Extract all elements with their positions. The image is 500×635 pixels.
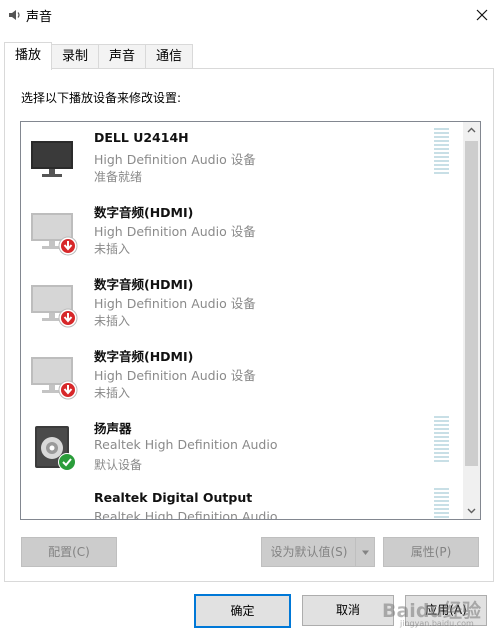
monitor-disconnected-icon [29, 278, 79, 328]
device-status: 默认设备 [94, 458, 143, 472]
volume-level-meter [434, 416, 449, 464]
cancel-button[interactable]: 取消 [302, 595, 394, 626]
ok-button[interactable]: 确定 [194, 594, 291, 628]
speaker-icon [29, 422, 79, 472]
instruction-label: 选择以下播放设备来修改设置: [21, 91, 182, 105]
list-item[interactable]: Realtek Digital Output Realtek High Defi… [21, 486, 461, 520]
device-status: 准备就绪 [94, 170, 143, 184]
device-name: 扬声器 [94, 421, 132, 436]
device-description: High Definition Audio 设备 [94, 296, 256, 311]
list-item[interactable]: 数字音频(HDMI) High Definition Audio 设备 未插入 [21, 270, 461, 342]
list-item[interactable]: 扬声器 Realtek High Definition Audio 默认设备 [21, 414, 461, 486]
set-default-button[interactable]: 设为默认值(S) [261, 537, 357, 567]
configure-button[interactable]: 配置(C) [21, 537, 117, 567]
device-status: 未插入 [94, 314, 131, 328]
chevron-up-icon [467, 127, 476, 133]
device-description: High Definition Audio 设备 [94, 368, 256, 383]
device-name: 数字音频(HDMI) [94, 277, 194, 292]
device-description: Realtek High Definition Audio [94, 509, 278, 520]
title-bar: 声音 [0, 0, 500, 30]
volume-level-meter [434, 488, 449, 519]
set-default-dropdown-button[interactable] [355, 537, 375, 567]
close-button[interactable] [464, 0, 500, 30]
device-name: 数字音频(HDMI) [94, 205, 194, 220]
scroll-thumb[interactable] [465, 141, 478, 466]
vertical-scrollbar[interactable] [463, 122, 480, 519]
tab-recording[interactable]: 录制 [51, 44, 100, 69]
window-title: 声音 [26, 10, 53, 25]
device-name: Realtek Digital Output [94, 490, 253, 505]
playback-panel: 选择以下播放设备来修改设置: DELL U2414H High Definiti… [4, 68, 494, 582]
chevron-down-icon [467, 508, 476, 514]
speaker-app-icon [7, 7, 23, 23]
device-status: 未插入 [94, 386, 131, 400]
device-status: 未插入 [94, 242, 131, 256]
monitor-disconnected-icon [29, 206, 79, 256]
list-item[interactable]: 数字音频(HDMI) High Definition Audio 设备 未插入 [21, 342, 461, 414]
tab-strip: 播放 录制 声音 通信 [4, 42, 194, 70]
tab-communications[interactable]: 通信 [145, 44, 194, 69]
list-item[interactable]: 数字音频(HDMI) High Definition Audio 设备 未插入 [21, 198, 461, 270]
digital-output-icon [29, 494, 79, 519]
apply-button[interactable]: 应用(A) [405, 595, 487, 626]
close-icon [476, 9, 488, 21]
scroll-up-button[interactable] [463, 122, 480, 139]
properties-button[interactable]: 属性(P) [383, 537, 479, 567]
device-list[interactable]: DELL U2414H High Definition Audio 设备 准备就… [20, 121, 481, 520]
device-description: Realtek High Definition Audio [94, 437, 278, 452]
monitor-icon [29, 134, 79, 184]
tab-sounds[interactable]: 声音 [98, 44, 147, 69]
scroll-down-button[interactable] [463, 502, 480, 519]
tab-playback[interactable]: 播放 [4, 42, 53, 70]
device-description: High Definition Audio 设备 [94, 152, 256, 167]
volume-level-meter [434, 128, 449, 176]
caret-down-icon [361, 550, 369, 555]
device-description: High Definition Audio 设备 [94, 224, 256, 239]
monitor-disconnected-icon [29, 350, 79, 400]
device-name: DELL U2414H [94, 130, 189, 145]
list-item[interactable]: DELL U2414H High Definition Audio 设备 准备就… [21, 126, 461, 198]
device-name: 数字音频(HDMI) [94, 349, 194, 364]
